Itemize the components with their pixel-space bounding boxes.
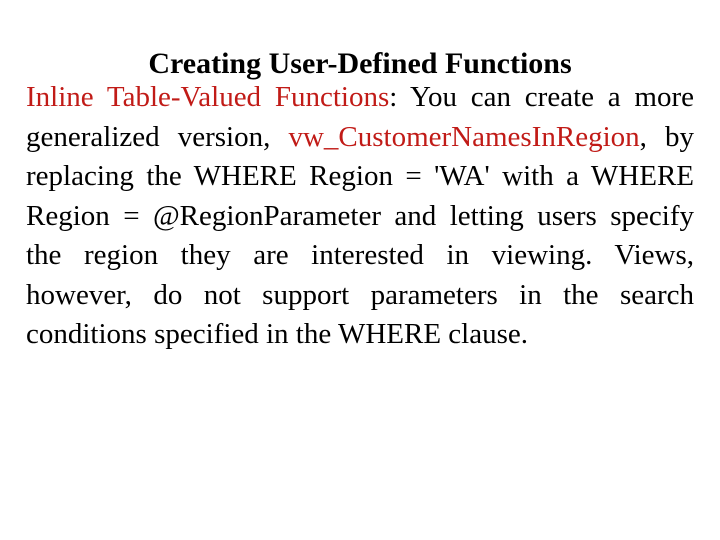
object-name-vw-customernamesinregion: vw_CustomerNamesInRegion (288, 120, 640, 153)
page-title: Creating User-Defined Functions (148, 47, 572, 81)
body-paragraph: Inline Table-Valued Functions: You can c… (26, 78, 694, 355)
term-inline-table-valued-functions: Inline Table-Valued Functions (26, 81, 390, 113)
body-segment-tail: , by replacing the WHERE Region = 'WA' w… (26, 120, 694, 351)
slide-canvas: Creating User-Defined Functions Inline T… (0, 0, 720, 540)
slide-body-text: Inline Table-Valued Functions: You can c… (26, 78, 694, 355)
